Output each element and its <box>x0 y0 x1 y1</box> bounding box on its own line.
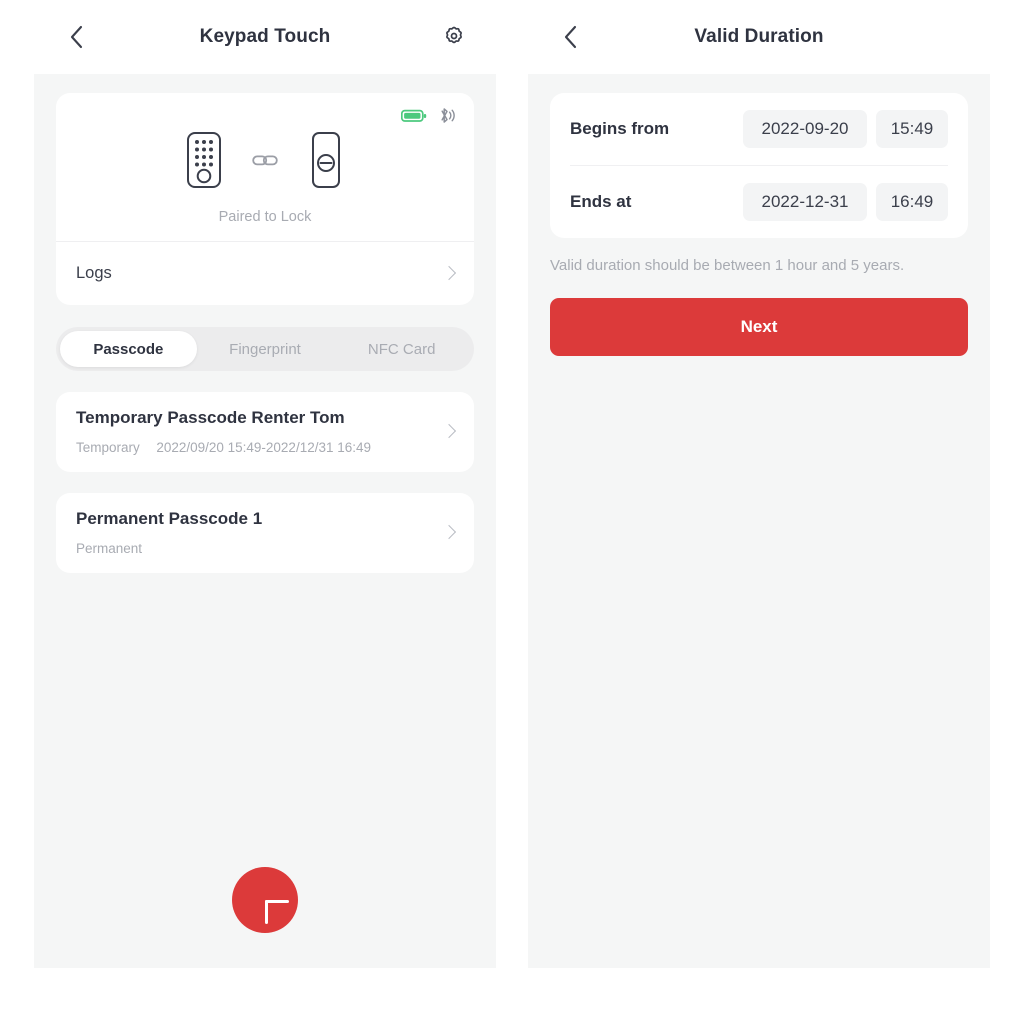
passcode-info: Permanent Passcode 1 Permanent <box>76 509 443 556</box>
tab-nfc-card[interactable]: NFC Card <box>333 331 470 367</box>
left-panel-body: Paired to Lock Logs Passcode Fingerprint… <box>34 93 496 573</box>
passcode-type: Permanent <box>76 541 143 556</box>
logs-row[interactable]: Logs <box>56 242 474 305</box>
right-navbar: Valid Duration <box>528 0 990 74</box>
keypad-device-icon <box>186 131 222 194</box>
chevron-left-icon <box>70 25 83 49</box>
battery-full-icon <box>401 109 427 123</box>
settings-button[interactable] <box>434 17 474 57</box>
tab-nfc-card-label: NFC Card <box>367 340 436 358</box>
page-title: Valid Duration <box>694 26 824 47</box>
duration-hint-text: Valid duration should be between 1 hour … <box>550 257 905 274</box>
device-status-icons <box>401 107 456 124</box>
valid-duration-screen: Valid Duration Begins from 2022-09-20 15… <box>528 0 990 968</box>
ends-at-date-field[interactable]: 2022-12-31 <box>743 183 867 221</box>
list-item[interactable]: Temporary Passcode Renter Tom Temporary … <box>56 392 474 472</box>
credential-type-tabs: Passcode Fingerprint NFC Card <box>56 327 474 371</box>
tab-fingerprint-label: Fingerprint <box>229 340 301 358</box>
passcode-title: Temporary Passcode Renter Tom <box>76 408 345 427</box>
lock-device-icon <box>308 131 344 194</box>
logs-label: Logs <box>76 264 112 282</box>
passcode-subtitle: Permanent <box>76 541 443 556</box>
chevron-right-icon <box>443 423 454 441</box>
keypad-touch-screen: Keypad Touch Paired to Lock Logs Passcod… <box>34 0 496 968</box>
pair-status-text: Paired to Lock <box>218 209 312 225</box>
passcode-info: Temporary Passcode Renter Tom Temporary … <box>76 408 443 455</box>
list-item[interactable]: Permanent Passcode 1 Permanent <box>56 493 474 573</box>
begins-from-row: Begins from 2022-09-20 15:49 <box>570 93 948 165</box>
device-card: Paired to Lock Logs <box>56 93 474 305</box>
tab-fingerprint[interactable]: Fingerprint <box>197 331 334 367</box>
page-title: Keypad Touch <box>199 26 331 47</box>
passcode-type: Temporary <box>76 440 140 455</box>
next-button[interactable]: Next <box>550 298 968 357</box>
left-navbar: Keypad Touch <box>34 0 496 74</box>
link-chain-icon <box>252 153 278 172</box>
chevron-left-icon <box>564 25 577 49</box>
chevron-right-icon <box>443 524 454 542</box>
ends-at-label: Ends at <box>570 192 632 211</box>
device-status-zone: Paired to Lock <box>56 93 474 241</box>
duration-form-card: Begins from 2022-09-20 15:49 Ends at 202… <box>550 93 968 238</box>
ends-at-time-field[interactable]: 16:49 <box>876 183 948 221</box>
paired-devices-row <box>56 131 474 194</box>
begins-from-time-field[interactable]: 15:49 <box>876 110 948 148</box>
bluetooth-signal-icon <box>437 107 456 124</box>
passcode-title: Permanent Passcode 1 <box>76 509 263 528</box>
begins-from-date-field[interactable]: 2022-09-20 <box>743 110 867 148</box>
begins-from-label: Begins from <box>570 119 670 138</box>
screenshot-root: Keypad Touch Paired to Lock Logs Passcod… <box>0 0 1024 1024</box>
right-panel-body: Begins from 2022-09-20 15:49 Ends at 202… <box>528 93 990 357</box>
back-button[interactable] <box>550 16 592 58</box>
add-passcode-button[interactable] <box>232 867 298 933</box>
passcode-period: 2022/09/20 15:49-2022/12/31 16:49 <box>156 440 372 455</box>
back-button[interactable] <box>56 16 98 58</box>
chevron-right-icon <box>443 265 454 283</box>
gear-icon <box>446 26 462 44</box>
tab-passcode-label: Passcode <box>93 340 164 358</box>
tab-passcode[interactable]: Passcode <box>60 331 197 367</box>
ends-at-row: Ends at 2022-12-31 16:49 <box>570 166 948 238</box>
passcode-subtitle: Temporary 2022/09/20 15:49-2022/12/31 16… <box>76 440 443 455</box>
